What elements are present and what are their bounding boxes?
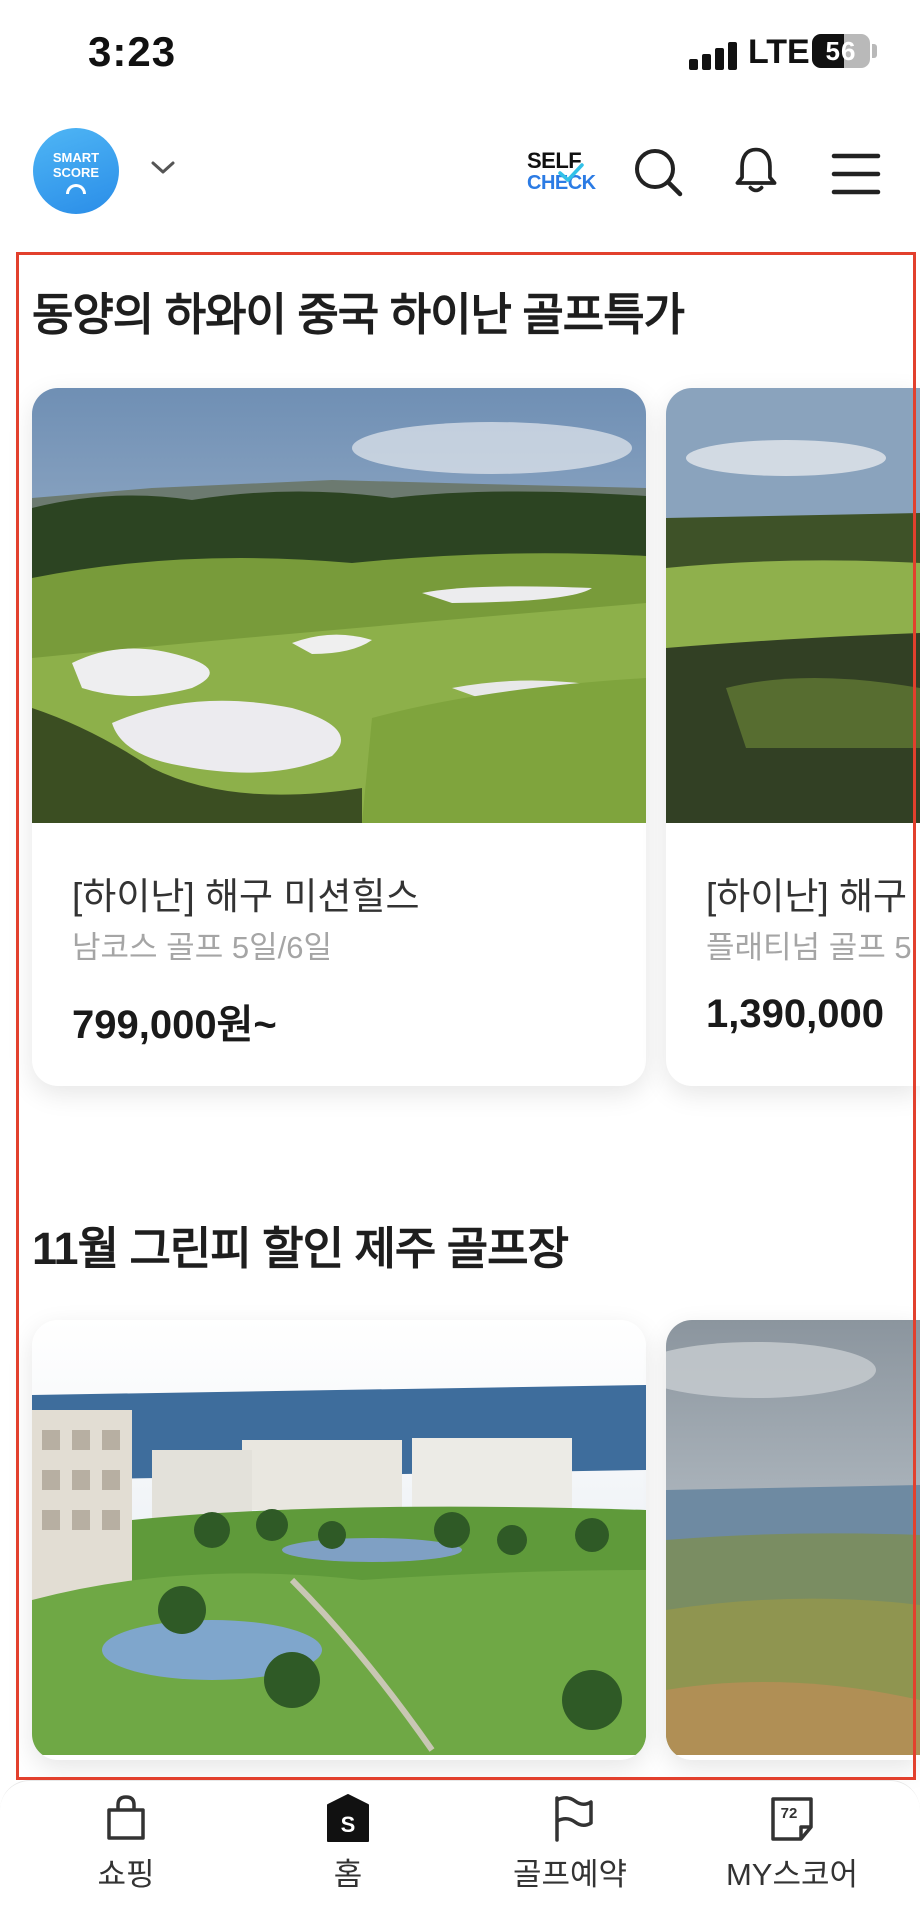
smart-score-logo[interactable]: SMART SCORE [33,128,119,214]
tab-label: 홈 [333,1857,363,1892]
score-icon-number: 72 [781,1805,798,1822]
bell-icon[interactable] [730,144,782,196]
battery-icon: 56 [812,34,870,68]
battery-tip [872,44,877,58]
home-icon-letter: S [341,1812,356,1837]
tab-my-score[interactable]: 72 MY스코어 [692,1793,892,1894]
network-type: LTE [748,33,810,71]
highlight-frame [16,252,916,1780]
battery-level: 56 [825,36,857,66]
self-check-button[interactable]: SELF CHECK [527,148,596,196]
status-time: 3:23 [88,28,177,75]
score-card-icon: 72 [771,1797,813,1841]
menu-icon[interactable] [830,148,882,200]
bottom-tab-bar: 쇼핑 S 홈 골프예약 72 MY스코어 [0,1780,920,1926]
chevron-down-icon[interactable] [150,160,176,176]
tab-label: 쇼핑 [97,1857,155,1892]
golf-flag-icon [555,1796,593,1842]
tab-shopping[interactable]: 쇼핑 [26,1793,226,1894]
logo-line1: SMART [52,150,100,165]
logo-arc [66,184,86,194]
search-icon[interactable] [632,146,684,198]
tab-label: MY스코어 [725,1857,859,1892]
shopping-bag-icon [107,1795,145,1840]
checkmark-icon [558,163,584,182]
tab-golf-booking[interactable]: 골프예약 [470,1793,670,1894]
home-s-icon: S [327,1794,369,1842]
logo-line2: SCORE [52,165,100,180]
tab-label: 골프예약 [512,1857,628,1892]
signal-icon [689,40,749,70]
tab-home[interactable]: S 홈 [248,1793,448,1894]
